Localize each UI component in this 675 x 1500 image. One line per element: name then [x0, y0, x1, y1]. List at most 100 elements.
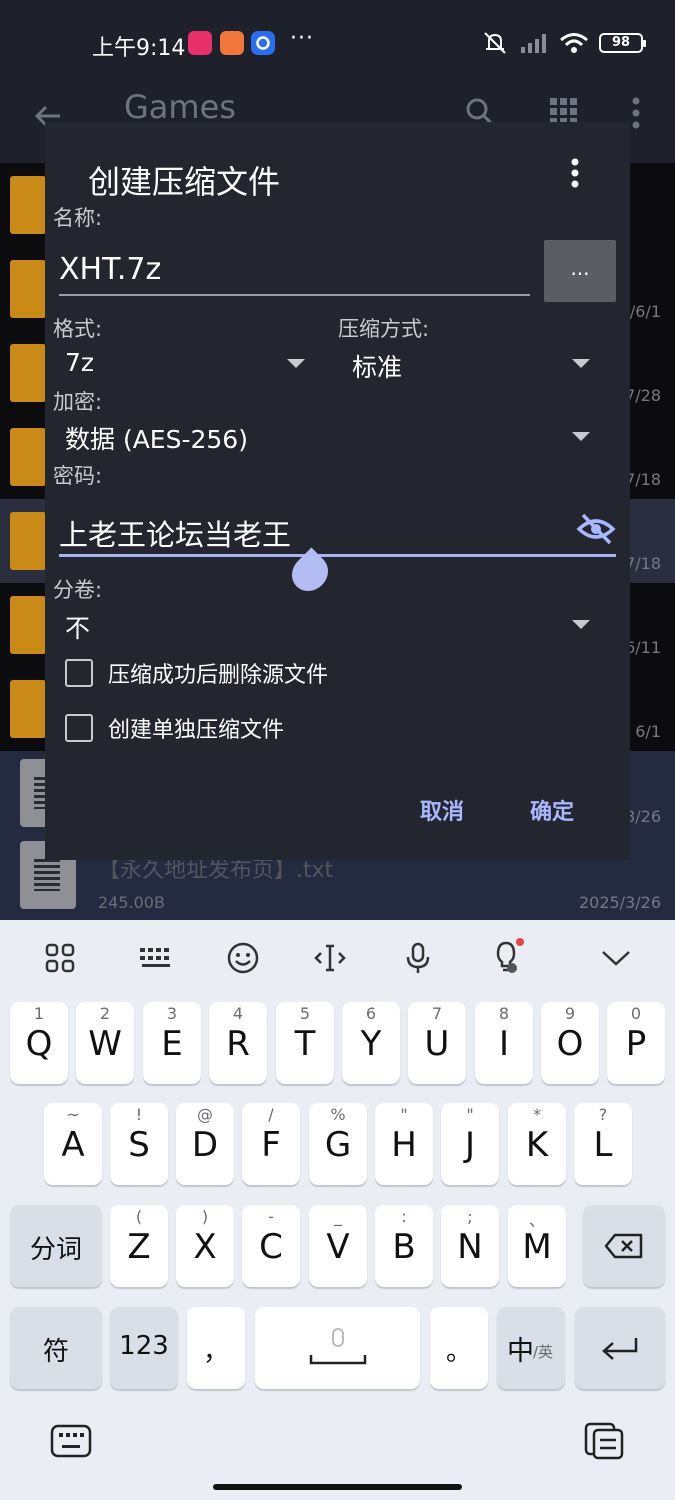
browse-button[interactable]: ...	[544, 240, 616, 302]
key-c[interactable]: -C	[242, 1205, 300, 1287]
key-sub-label: /	[268, 1105, 274, 1124]
apps-grid-icon[interactable]	[38, 938, 82, 978]
emoji-icon[interactable]	[221, 938, 265, 978]
home-indicator[interactable]	[213, 1484, 462, 1490]
key-y[interactable]: 6Y	[342, 1002, 400, 1084]
symbol-key[interactable]: 符	[10, 1307, 102, 1389]
segment-key[interactable]: 分词	[10, 1205, 102, 1287]
key-sub-label: !	[135, 1105, 143, 1124]
backspace-key[interactable]	[583, 1205, 665, 1287]
period-key[interactable]: 。	[430, 1307, 488, 1389]
key-v[interactable]: _ V	[309, 1205, 367, 1287]
encryption-select[interactable]: 数据 (AES-256)	[65, 420, 248, 456]
dialog-overflow-menu-icon[interactable]	[568, 158, 582, 190]
key-label: 123	[119, 1331, 169, 1361]
switch-keyboard-icon[interactable]	[50, 1424, 92, 1458]
separate-archive-checkbox-row[interactable]: 创建单独压缩文件	[65, 712, 284, 744]
key-u[interactable]: 7U	[408, 1002, 466, 1084]
delete-source-checkbox-row[interactable]: 压缩成功后删除源文件	[65, 657, 328, 689]
folder-icon	[10, 596, 46, 654]
key-s[interactable]: ! S	[110, 1103, 168, 1185]
key-g[interactable]: % G	[309, 1103, 367, 1185]
method-dropdown-icon[interactable]	[572, 359, 590, 368]
keyboard-layout-icon[interactable]	[134, 938, 178, 978]
key-o[interactable]: 9O	[541, 1002, 599, 1084]
enter-icon	[602, 1338, 638, 1360]
visibility-off-icon[interactable]	[576, 512, 616, 546]
key-label: S	[128, 1125, 150, 1165]
microphone-icon[interactable]	[396, 938, 440, 978]
key-l[interactable]: ? L	[574, 1103, 632, 1185]
key-w[interactable]: 2W	[76, 1002, 134, 1084]
archive-name-input[interactable]: XHT.7z	[59, 252, 161, 287]
key-label: T	[294, 1024, 316, 1064]
key-sub-label: 0	[630, 1004, 642, 1023]
ok-button[interactable]: 确定	[530, 794, 574, 826]
space-key[interactable]	[255, 1307, 420, 1389]
encryption-label: 加密:	[53, 390, 103, 414]
key-a[interactable]: ~ A	[44, 1103, 102, 1185]
password-input[interactable]: 上老王论坛当老王	[59, 512, 291, 554]
cancel-button[interactable]: 取消	[420, 794, 464, 826]
key-sub-label: (	[135, 1207, 143, 1226]
key-h[interactable]: " H	[375, 1103, 433, 1185]
key-d[interactable]: @ D	[176, 1103, 234, 1185]
key-label: J	[464, 1125, 476, 1165]
language-switch-key[interactable]: 中 /英	[497, 1307, 565, 1389]
key-k[interactable]: * K	[508, 1103, 566, 1185]
volume-dropdown-icon[interactable]	[572, 620, 590, 629]
folder-icon	[10, 260, 46, 318]
key-label: K	[525, 1125, 549, 1165]
key-sub-label: 2	[99, 1004, 111, 1023]
key-e[interactable]: 3E	[143, 1002, 201, 1084]
overflow-menu-icon[interactable]	[628, 96, 644, 130]
clipboard-icon[interactable]	[584, 1422, 626, 1460]
cursor-move-icon[interactable]	[308, 938, 352, 978]
key-label: 分词	[29, 1235, 82, 1265]
key-sub-label: %	[330, 1105, 346, 1124]
key-m[interactable]: 、 M	[508, 1205, 566, 1287]
format-select[interactable]: 7z	[65, 348, 94, 377]
delete-source-label: 压缩成功后删除源文件	[108, 663, 329, 688]
key-sub-label: "	[466, 1105, 474, 1124]
key-sub-label: -	[268, 1207, 274, 1226]
password-label: 密码:	[53, 464, 103, 488]
method-select[interactable]: 标准	[352, 348, 402, 384]
key-f[interactable]: / F	[242, 1103, 300, 1185]
list-item-date: 7/18	[625, 470, 661, 489]
key-sub-label: @	[197, 1105, 213, 1124]
key-label: U	[424, 1024, 450, 1064]
volume-label: 分卷:	[53, 578, 103, 602]
comma-key[interactable]: ，	[187, 1307, 245, 1389]
key-b[interactable]: :B	[375, 1205, 433, 1287]
key-t[interactable]: 5T	[276, 1002, 334, 1084]
key-q[interactable]: 1Q	[10, 1002, 68, 1084]
encryption-dropdown-icon[interactable]	[572, 432, 590, 441]
enter-key[interactable]	[575, 1307, 665, 1389]
list-item-date: 6/1	[635, 722, 661, 741]
key-r[interactable]: 4R	[209, 1002, 267, 1084]
delete-source-checkbox[interactable]	[65, 659, 93, 687]
key-j[interactable]: " J	[441, 1103, 499, 1185]
wifi-icon	[560, 33, 588, 53]
ai-assistant-icon[interactable]	[484, 938, 528, 978]
format-dropdown-icon[interactable]	[287, 359, 305, 368]
collapse-keyboard-icon[interactable]	[594, 938, 638, 978]
list-item-date: 6/11	[625, 638, 661, 657]
key-p[interactable]: 0P	[607, 1002, 665, 1084]
key-label: D	[191, 1125, 219, 1165]
key-label: B	[392, 1227, 416, 1267]
key-sub-label: 9	[564, 1004, 576, 1023]
status-bar: 上午9:14 ··· 98	[0, 0, 675, 88]
numbers-key[interactable]: 123	[110, 1307, 178, 1389]
key-sub-label: )	[201, 1207, 209, 1226]
volume-select[interactable]: 不	[65, 609, 90, 645]
key-sub-label: 6	[365, 1004, 377, 1023]
key-sub-label: ?	[598, 1105, 608, 1124]
key-i[interactable]: 8I	[475, 1002, 533, 1084]
separate-archive-checkbox[interactable]	[65, 714, 93, 742]
key-n[interactable]: ; N	[441, 1205, 499, 1287]
list-item-size: 245.00B	[98, 893, 165, 912]
key-z[interactable]: (Z	[110, 1205, 168, 1287]
key-x[interactable]: ) X	[176, 1205, 234, 1287]
